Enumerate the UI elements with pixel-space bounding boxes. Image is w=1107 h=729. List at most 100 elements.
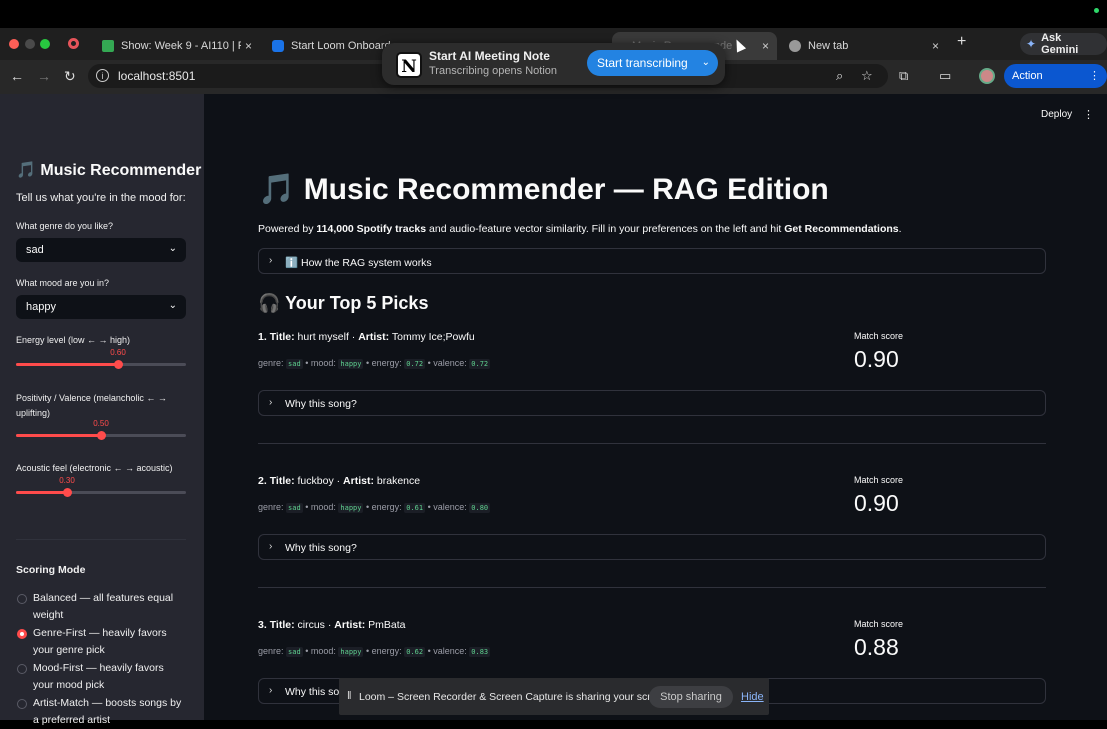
chrome-favicon-icon — [789, 40, 801, 52]
top-bar — [0, 0, 1107, 28]
notion-popup-title: Start AI Meeting Note — [429, 49, 550, 63]
song-artist: Tommy Ice;Powfu — [391, 331, 475, 343]
extensions-puzzle-icon[interactable]: ⧉ — [899, 68, 908, 84]
valence-code: 0.72 — [469, 359, 491, 369]
reload-icon[interactable]: ↻ — [64, 68, 76, 85]
meta-label: genre: — [258, 646, 284, 656]
profile-avatar[interactable] — [979, 68, 995, 84]
chevron-right-icon: › — [269, 685, 273, 696]
start-transcribing-button[interactable]: Start transcribing ⌄ — [587, 50, 718, 76]
minimize-window-icon[interactable] — [25, 39, 35, 49]
hide-link[interactable]: Hide — [741, 691, 764, 703]
lead-bold-button-ref: Get Recommendations — [784, 223, 899, 235]
mood-code: happy — [338, 503, 364, 513]
chevron-right-icon: › — [269, 541, 273, 552]
valence-slider-thumb[interactable] — [97, 431, 106, 440]
sidebar-title: 🎵 Music Recommender — [16, 162, 202, 179]
cast-icon[interactable]: ▭ — [939, 68, 951, 84]
tab-title: Show: Week 9 - AI110 | Fou — [121, 40, 241, 52]
meta-label: • mood: — [305, 358, 336, 368]
why-song-expander[interactable]: › Why this song? — [258, 390, 1046, 416]
picks-title: 🎧 Your Top 5 Picks — [258, 293, 429, 313]
radio-label-balanced[interactable]: Balanced — all features equal weight — [33, 590, 183, 624]
lead-bold-tracks: 114,000 Spotify tracks — [316, 223, 427, 235]
pause-icon[interactable]: ‖ — [347, 690, 352, 702]
sidebar: 🎵 Music Recommender Tell us what you're … — [0, 94, 204, 726]
close-tab-icon[interactable]: × — [245, 39, 252, 53]
close-tab-icon[interactable]: × — [762, 39, 769, 53]
why-song-expander[interactable]: › Why this song? — [258, 534, 1046, 560]
radio-genre-first[interactable] — [17, 629, 27, 639]
artist-label: Artist: — [343, 475, 374, 487]
energy-label: Energy level (low ← → high) — [16, 335, 131, 345]
maximize-window-icon[interactable] — [40, 39, 50, 49]
new-tab-button[interactable]: + — [957, 33, 966, 51]
genre-value: sad — [26, 244, 44, 256]
song-divider — [258, 587, 1046, 588]
valence-code: 0.83 — [469, 647, 491, 657]
action-required-button[interactable]: Action required ⋮ — [1004, 64, 1107, 106]
radio-label-artist-match[interactable]: Artist-Match — boosts songs by a preferr… — [33, 695, 183, 729]
meta-label: • mood: — [305, 646, 336, 656]
gemini-sparkle-icon: ✦ — [1026, 37, 1037, 51]
energy-value: 0.60 — [110, 348, 126, 357]
url-text: localhost:8501 — [118, 69, 196, 83]
site-info-icon[interactable]: i — [96, 69, 109, 82]
radio-label-genre-first[interactable]: Genre-First — heavily favors your genre … — [33, 625, 183, 659]
mood-label: What mood are you in? — [16, 278, 110, 288]
mood-code: happy — [338, 359, 364, 369]
valence-code: 0.80 — [469, 503, 491, 513]
tab-new-tab[interactable]: New tab × — [779, 32, 947, 60]
meta-label: • valence: — [427, 646, 467, 656]
how-rag-works-expander[interactable]: › ℹ️ How the RAG system works — [258, 248, 1046, 274]
chrome-menu-icon[interactable]: ⋮ — [1089, 64, 1100, 88]
chevron-down-icon: ⌄ — [168, 243, 177, 254]
match-score-value: 0.88 — [854, 634, 899, 660]
app-menu-icon[interactable]: ⋮ — [1083, 108, 1094, 121]
radio-label-mood-first[interactable]: Mood-First — heavily favors your mood pi… — [33, 660, 183, 694]
lead-text: Powered by — [258, 223, 317, 235]
tab-ai110[interactable]: Show: Week 9 - AI110 | Fou × — [92, 32, 260, 60]
stop-sharing-button[interactable]: Stop sharing — [649, 686, 733, 708]
bookmark-star-icon[interactable]: ☆ — [861, 68, 873, 84]
genre-code: sad — [286, 359, 303, 369]
genre-select[interactable]: sad ⌄ — [16, 238, 186, 262]
forward-arrow-icon[interactable]: → — [37, 68, 51, 84]
genre-label: What genre do you like? — [16, 221, 114, 231]
energy-slider-fill — [16, 363, 118, 366]
chevron-down-icon[interactable]: ⌄ — [702, 50, 710, 76]
loom-sharing-bar: ‖ Loom – Screen Recorder & Screen Captur… — [339, 678, 769, 715]
close-tab-icon[interactable]: × — [932, 39, 939, 53]
close-window-icon[interactable] — [9, 39, 19, 49]
mood-select[interactable]: happy ⌄ — [16, 295, 186, 319]
chevron-right-icon: › — [269, 397, 273, 408]
expander-label: Why this song? — [285, 398, 357, 410]
radio-balanced[interactable] — [17, 594, 27, 604]
valence-slider[interactable] — [16, 431, 186, 440]
mood-value: happy — [26, 301, 56, 313]
title-label: Title: — [269, 475, 295, 487]
expander-label: Why this song? — [285, 542, 357, 554]
meta-label: • energy: — [366, 646, 402, 656]
back-arrow-icon[interactable]: ← — [10, 68, 24, 84]
deploy-button[interactable]: Deploy — [1041, 109, 1072, 120]
ask-gemini-button[interactable]: ✦ Ask Gemini — [1020, 32, 1107, 56]
lead-text: and audio-feature vector similarity. Fil… — [426, 223, 785, 235]
radio-artist-match[interactable] — [17, 699, 27, 709]
energy-slider-thumb[interactable] — [114, 360, 123, 369]
zoom-search-icon[interactable]: ⌕ — [836, 68, 843, 84]
energy-slider[interactable] — [16, 360, 186, 369]
song-title-row: 1. Title: hurt myself · Artist: Tommy Ic… — [258, 331, 475, 343]
meta-label: • valence: — [427, 502, 467, 512]
title-label: Title: — [269, 619, 295, 631]
acoustic-value: 0.30 — [59, 476, 75, 485]
acoustic-slider[interactable] — [16, 488, 186, 497]
valence-label: Positivity / Valence (melancholic ← → up… — [16, 393, 167, 418]
loom-record-icon[interactable] — [68, 38, 79, 49]
match-score-label: Match score — [854, 475, 904, 485]
match-score-value: 0.90 — [854, 346, 899, 372]
song-divider — [258, 443, 1046, 444]
genre-code: sad — [286, 647, 303, 657]
radio-mood-first[interactable] — [17, 664, 27, 674]
acoustic-slider-thumb[interactable] — [63, 488, 72, 497]
